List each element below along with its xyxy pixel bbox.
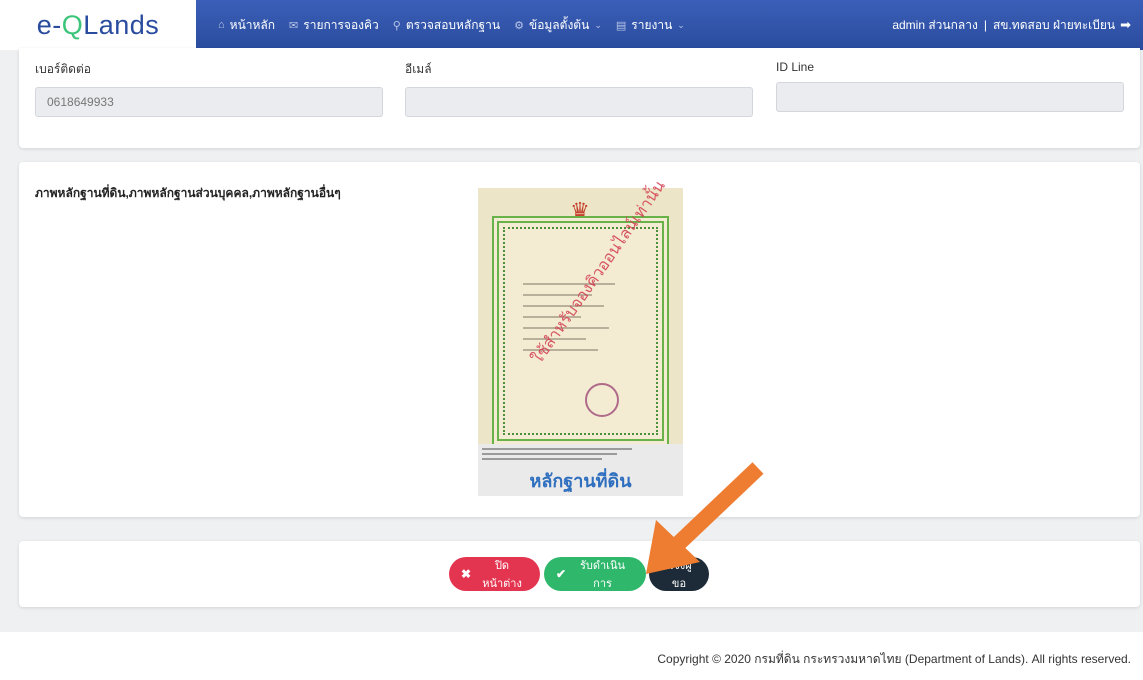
line-field-group: ID Line <box>776 60 1124 112</box>
nav-item-queue-list[interactable]: ✉ รายการจองคิว <box>289 16 379 35</box>
line-label: ID Line <box>776 60 815 74</box>
document-border <box>492 216 669 446</box>
chevron-down-icon: ⌄ <box>594 19 602 30</box>
close-window-label: ปิดหน้าต่าง <box>482 560 522 590</box>
email-label: อีเมล์ <box>405 62 432 76</box>
notify-requester-button[interactable]: แจ้งผู้ขอ <box>649 557 709 591</box>
nav-item-label: รายการจองคิว <box>303 17 379 32</box>
brand-q: Q <box>61 9 84 40</box>
documents-card: ภาพหลักฐานที่ดิน,ภาพหลักฐานส่วนบุคคล,ภาพ… <box>19 162 1140 517</box>
brand-suffix: Lands <box>83 9 160 40</box>
nav-item-label: รายงาน <box>631 17 673 32</box>
document-footnote-lines <box>482 448 632 463</box>
document-seal <box>585 383 619 417</box>
nav-item-master-data[interactable]: ⚙ ข้อมูลตั้งต้น ⌄ <box>514 16 602 35</box>
document-caption: หลักฐานที่ดิน <box>529 471 632 491</box>
contact-card: เบอร์ติดต่อ 0618649933 อีเมล์ ID Line <box>19 48 1140 148</box>
line-id-field[interactable] <box>776 82 1124 112</box>
nav-item-label: ตรวจสอบหลักฐาน <box>405 17 501 32</box>
top-navbar: e- Q Lands ⌂ หน้าหลัก ✉ รายการจองคิว ⚲ ตรว… <box>0 0 1143 50</box>
user-separator: | <box>983 18 987 32</box>
mail-icon: ✉ <box>289 19 299 32</box>
nav-item-reports[interactable]: ▤ รายงาน ⌄ <box>616 16 685 35</box>
search-icon: ⚲ <box>392 19 401 32</box>
notify-requester-label: แจ้งผู้ขอ <box>666 560 692 590</box>
check-icon: ✔ <box>556 567 567 581</box>
phone-field[interactable]: 0618649933 <box>35 87 383 117</box>
user-name: admin ส่วนกลาง <box>892 17 978 32</box>
settings-icon: ⚙ <box>514 19 524 32</box>
land-document-image[interactable]: ♛ ใช้สำหรับจองคิวออนไลน์เท่านั้น หลักฐาน… <box>478 178 683 496</box>
home-icon: ⌂ <box>218 19 225 31</box>
nav-menu: ⌂ หน้าหลัก ✉ รายการจองคิว ⚲ ตรวจสอบหลักฐ… <box>218 0 699 50</box>
documents-title: ภาพหลักฐานที่ดิน,ภาพหลักฐานส่วนบุคคล,ภาพ… <box>35 186 341 200</box>
nav-item-home[interactable]: ⌂ หน้าหลัก <box>218 16 275 35</box>
accept-process-button[interactable]: ✔ รับดำเนินการ <box>544 557 646 591</box>
user-office: สข.ทดสอบ ฝ่ายทะเบียน <box>992 17 1116 32</box>
chevron-down-icon: ⌄ <box>677 19 685 30</box>
accept-process-label: รับดำเนินการ <box>580 560 626 590</box>
close-icon: ✖ <box>461 567 472 581</box>
logout-icon[interactable]: ➡ <box>1120 17 1131 33</box>
report-icon: ▤ <box>615 19 627 32</box>
brand-logo[interactable]: e- Q Lands <box>0 0 196 50</box>
brand-prefix: e- <box>36 9 62 40</box>
copyright-text: Copyright © 2020 กรมที่ดิน กระทรวงมหาดไท… <box>657 652 1131 666</box>
phone-label: เบอร์ติดต่อ <box>35 62 91 76</box>
phone-field-group: เบอร์ติดต่อ 0618649933 <box>35 60 383 117</box>
email-field[interactable] <box>405 87 753 117</box>
email-field-group: อีเมล์ <box>405 60 753 117</box>
document-caption-area: หลักฐานที่ดิน <box>478 444 683 496</box>
nav-item-label: หน้าหลัก <box>229 17 276 32</box>
actions-card: ✖ ปิดหน้าต่าง ✔ รับดำเนินการ แจ้งผู้ขอ <box>19 541 1140 607</box>
nav-item-verify-evidence[interactable]: ⚲ ตรวจสอบหลักฐาน <box>393 16 500 35</box>
close-window-button[interactable]: ✖ ปิดหน้าต่าง <box>449 557 540 591</box>
nav-item-label: ข้อมูลตั้งต้น <box>528 17 590 32</box>
user-menu[interactable]: admin ส่วนกลาง | สข.ทดสอบ ฝ่ายทะเบียน ➡ <box>892 0 1131 50</box>
page-footer: Copyright © 2020 กรมที่ดิน กระทรวงมหาดไท… <box>0 632 1143 680</box>
